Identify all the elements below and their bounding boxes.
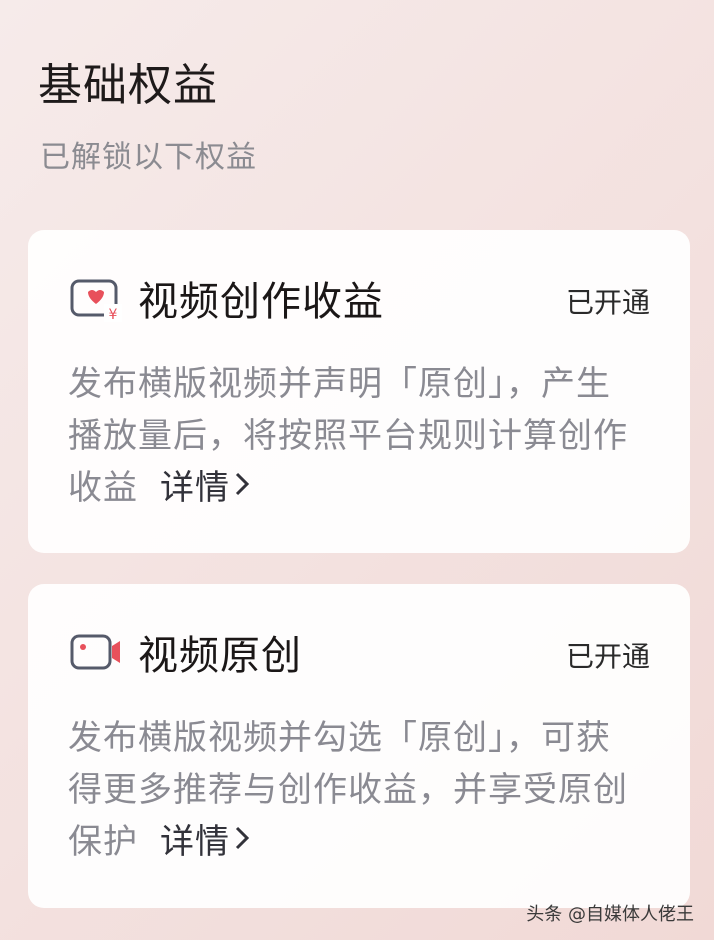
svg-text:¥: ¥ <box>109 307 118 322</box>
description-line: 得更多推荐与创作收益，并享受原创 <box>68 770 628 810</box>
page-subtitle: 已解锁以下权益 <box>40 140 257 175</box>
description-line-text: 收益 <box>68 468 138 508</box>
benefit-card-video-revenue: ¥ 视频创作收益 已开通 发布横版视频并声明「原创」，产生 播放量后，将按照平台… <box>28 230 690 553</box>
detail-link[interactable]: 详情 <box>160 468 250 508</box>
detail-link[interactable]: 详情 <box>160 822 250 862</box>
video-revenue-icon: ¥ <box>70 278 122 323</box>
description-line-last: 保护 详情 <box>68 816 658 870</box>
benefit-title: 视频原创 <box>138 633 302 679</box>
page-title: 基础权益 <box>38 60 218 111</box>
chevron-right-icon[interactable] <box>234 815 250 867</box>
description-line: 播放量后，将按照平台规则计算创作 <box>68 416 628 456</box>
benefit-description: 发布横版视频并声明「原创」，产生 播放量后，将按照平台规则计算创作 收益 详情 <box>68 358 658 516</box>
description-line: 发布横版视频并勾选「原创」，可获 <box>68 718 611 758</box>
description-line-last: 收益 详情 <box>68 462 658 516</box>
benefit-card-video-original: 视频原创 已开通 发布横版视频并勾选「原创」，可获 得更多推荐与创作收益，并享受… <box>28 584 690 908</box>
detail-link-label[interactable]: 详情 <box>160 468 230 508</box>
watermark: 头条 @自媒体人佬王 <box>526 904 694 925</box>
benefit-status: 已开通 <box>565 640 650 673</box>
chevron-right-icon[interactable] <box>234 461 250 513</box>
benefit-title: 视频创作收益 <box>138 279 384 325</box>
detail-link-label[interactable]: 详情 <box>160 822 230 862</box>
video-camera-icon <box>70 632 122 676</box>
benefit-description: 发布横版视频并勾选「原创」，可获 得更多推荐与创作收益，并享受原创 保护 详情 <box>68 712 658 870</box>
description-line-text: 保护 <box>68 822 138 862</box>
description-line: 发布横版视频并声明「原创」，产生 <box>68 364 611 404</box>
benefit-status: 已开通 <box>565 286 650 319</box>
